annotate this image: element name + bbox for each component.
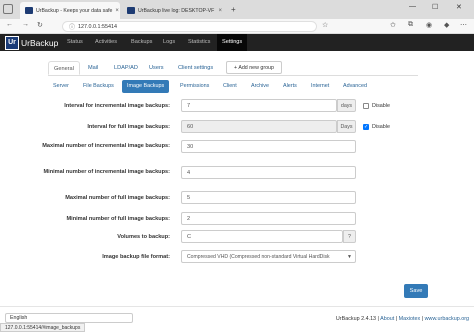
incr-interval-label: Interval for incremental image backups: [64,103,170,109]
close-window-button[interactable]: ✕ [456,3,462,11]
full-interval-label: Interval for full image backups: [87,124,170,130]
format-label: Image backup file format: [102,254,170,260]
min-incr-input[interactable]: 4 [181,166,356,179]
max-incr-label: Maximal number of incremental image back… [42,143,170,149]
subtab-client[interactable]: Client [218,80,242,93]
reload-icon[interactable]: ↻ [37,21,43,29]
save-button[interactable]: Save [404,284,428,298]
tab-users[interactable]: Users [144,61,169,75]
new-tab-button[interactable]: + [231,5,236,14]
full-interval-unit: Days [337,120,356,133]
tab-mail[interactable]: Mail [83,61,103,75]
nav-logs[interactable]: Logs [158,34,180,51]
full-interval-input[interactable]: 60 [181,120,337,133]
urbackup-favicon-icon [25,7,33,14]
nav-status[interactable]: Status [62,34,88,51]
subtab-internet[interactable]: Internet [306,80,334,93]
tabs-divider [48,75,418,76]
browser-tab-live-log[interactable]: UrBackup live log: DESKTOP-VF × [122,2,226,19]
max-incr-input[interactable]: 30 [181,140,356,153]
subtab-image-backups[interactable]: Image Backups [122,80,170,93]
subtab-archive[interactable]: Archive [246,80,274,93]
favorite-star-icon[interactable]: ☆ [322,21,328,29]
edge-copilot-icon[interactable]: ◆ [444,21,449,29]
volumes-label: Volumes to backup: [117,234,170,240]
incr-interval-disable-label: Disable [372,103,390,109]
incr-interval-disable-checkbox[interactable] [363,103,369,109]
profile-icon[interactable]: ◉ [426,21,432,29]
chevron-down-icon: ▼ [347,253,352,260]
logo-mark-icon: Ur [5,35,19,50]
status-bar-url: 127.0.0.1:55414/#image_backups [0,323,86,332]
add-new-group-button[interactable]: + Add new group [226,61,282,74]
maximize-button[interactable]: ☐ [432,3,438,11]
nav-statistics[interactable]: Statistics [183,34,215,51]
info-icon: ⓘ [69,25,76,31]
about-link[interactable]: About [380,316,394,322]
more-menu-icon[interactable]: ⋯ [460,21,467,29]
max-full-input[interactable]: 5 [181,191,356,204]
incr-interval-unit: days [337,99,356,112]
subtab-file-backups[interactable]: File Backups [78,80,119,93]
subtab-permissions[interactable]: Permissions [175,80,214,93]
min-incr-label: Minimal number of incremental image back… [43,169,170,175]
subtab-alerts[interactable]: Alerts [278,80,302,93]
footer-divider [0,306,474,307]
full-interval-disable-checkbox[interactable]: ✓ [363,124,369,130]
incr-interval-input[interactable]: 7 [181,99,337,112]
volumes-input[interactable]: C [181,230,343,243]
subtab-server[interactable]: Server [48,80,74,93]
browser-tab-urbackup[interactable]: UrBackup - Keeps your data safe × [20,2,120,19]
tab-general[interactable]: General [48,61,80,75]
nav-settings[interactable]: Settings [217,34,248,51]
close-tab-icon[interactable]: × [115,8,119,14]
urbackup-site-link[interactable]: www.urbackup.org [425,316,469,322]
language-select[interactable]: English [5,313,133,323]
min-full-label: Minimal number of full image backups: [66,216,171,222]
urbackup-logo[interactable]: Ur UrBackup [5,35,58,50]
urbackup-favicon-icon [127,7,135,14]
nav-backups[interactable]: Backups [126,34,157,51]
tab-ldap-ad[interactable]: LDAP/AD [109,61,143,75]
volumes-help-button[interactable]: ? [343,230,356,243]
format-select[interactable]: Compressed VHD (Compressed non-standard … [181,250,356,263]
minimize-button[interactable]: — [409,3,416,10]
full-interval-disable-label: Disable [372,124,390,130]
url-bar[interactable]: ⓘ 127.0.0.1:55414 [62,21,317,32]
nav-activities[interactable]: Activities [90,34,122,51]
collections-icon[interactable]: ⧉ [408,21,413,29]
forward-icon[interactable]: → [22,21,29,28]
maxiotex-link[interactable]: Maxiotex [399,316,421,322]
tab-actions-icon[interactable] [3,4,13,14]
subtab-advanced[interactable]: Advanced [338,80,372,93]
footer-info: UrBackup 2.4.13 | About | Maxiotex | www… [335,316,469,322]
max-full-label: Maximal number of full image backups: [65,195,170,201]
back-icon[interactable]: ← [6,21,13,28]
min-full-input[interactable]: 2 [181,212,356,225]
close-tab-icon[interactable]: × [218,8,222,14]
favorites-icon[interactable]: ✩ [390,21,396,29]
tab-client-settings[interactable]: Client settings [173,61,218,75]
